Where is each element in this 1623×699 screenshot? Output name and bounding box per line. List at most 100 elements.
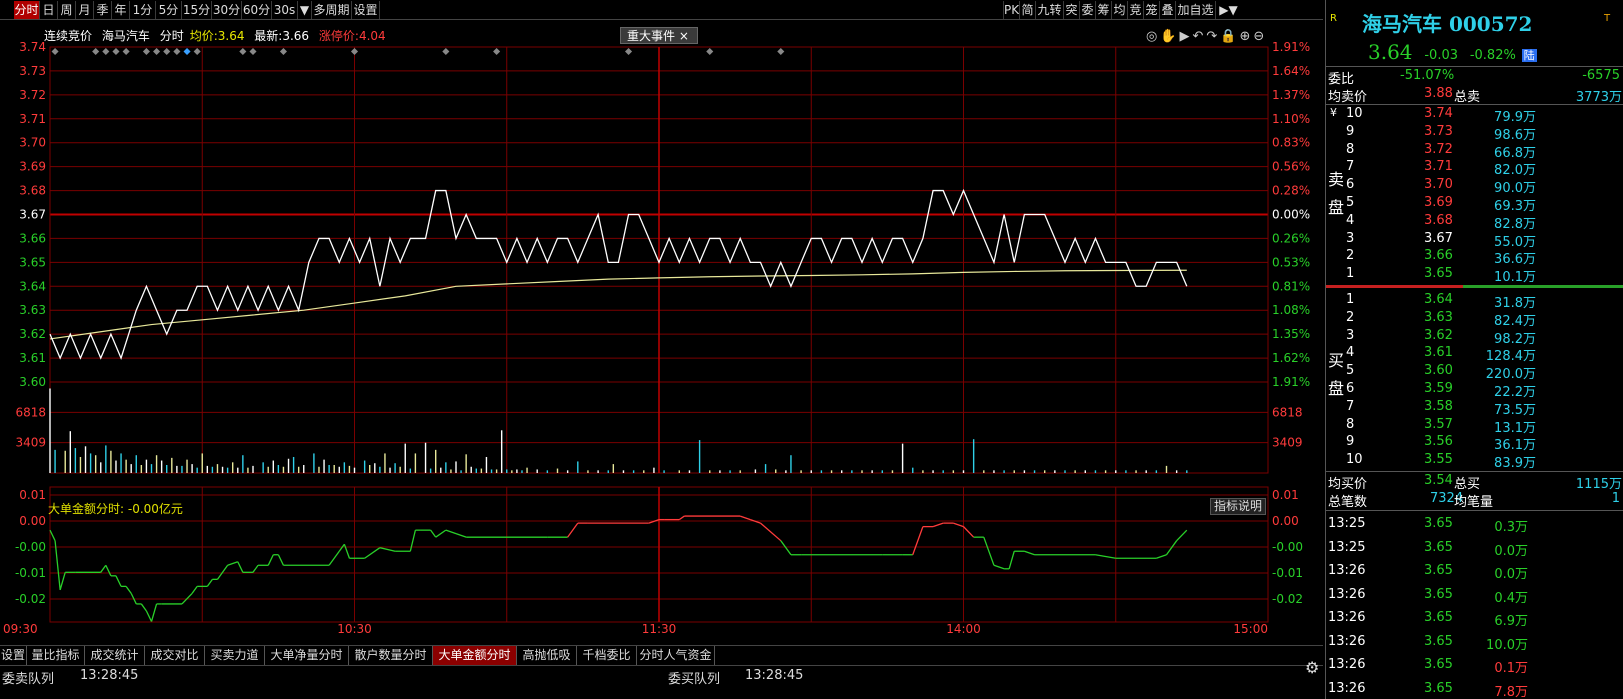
indicator-segment <box>932 522 944 528</box>
period-10[interactable]: 60分 <box>242 1 272 19</box>
tool-11[interactable]: ▶▼ <box>1215 1 1241 19</box>
tool-6[interactable]: 均 <box>1111 1 1127 19</box>
event-marker[interactable] <box>706 47 714 56</box>
bid-price: 3.61 <box>1424 345 1453 361</box>
tick-volume: 7.8万 <box>1494 684 1528 699</box>
tool-9[interactable]: 叠 <box>1159 1 1175 19</box>
event-marker[interactable] <box>92 47 100 56</box>
chart-header: 连续竞价 海马汽车 分时 均价:3.64 最新:3.66 涨停价:4.04 <box>44 27 392 45</box>
tab-2[interactable]: 成交统计 <box>85 646 145 665</box>
period-5[interactable]: 年 <box>112 1 130 19</box>
avg-buy-row: 均买价 3.54 总买 1115万 <box>1326 473 1623 492</box>
period-14[interactable]: 设置 <box>352 1 380 19</box>
event-marker[interactable] <box>442 47 450 56</box>
period-0[interactable]: 分时 <box>14 1 40 19</box>
ask-volume: 55.0万 <box>1494 234 1536 250</box>
indicator-segment <box>1008 551 1015 569</box>
event-marker[interactable] <box>249 47 257 56</box>
event-marker[interactable] <box>112 47 120 56</box>
bid-volume: 31.8万 <box>1494 296 1536 311</box>
event-marker[interactable] <box>279 47 287 56</box>
period-13[interactable]: 多周期 <box>312 1 352 19</box>
period-toolbar: 分时日周月季年 1分 5分 15分 30分 60分 30s ▼ 多周期 设置 PK 简九转突委筹均竞笼… <box>0 0 1323 20</box>
chart-tool-icons[interactable]: ◎✋▶↶↷🔒⊕⊖ <box>1146 29 1267 44</box>
event-marker[interactable] <box>122 47 130 56</box>
ask-level: 2 <box>1346 248 1355 264</box>
period-8[interactable]: 15分 <box>182 1 212 19</box>
period-2[interactable]: 周 <box>58 1 76 19</box>
bid-volume: 36.1万 <box>1494 438 1536 454</box>
tool-7[interactable]: 竞 <box>1127 1 1143 19</box>
tick-price: 3.65 <box>1424 657 1453 672</box>
major-event-tag[interactable]: 重大事件 × <box>620 27 698 44</box>
event-marker[interactable] <box>777 47 785 56</box>
bid-row: 2 3.63 82.4万 <box>1326 309 1623 329</box>
tool-4[interactable]: 委 <box>1079 1 1095 19</box>
tab-0[interactable]: 设置 <box>0 646 27 665</box>
tick-price: 3.65 <box>1424 680 1453 696</box>
indicator-segment <box>140 603 147 612</box>
event-marker[interactable] <box>163 47 171 56</box>
pct-tick-label: 1.35% <box>1272 327 1310 341</box>
period-4[interactable]: 季 <box>94 1 112 19</box>
bid-price: 3.64 <box>1424 292 1453 307</box>
event-marker[interactable] <box>350 47 359 56</box>
gear-icon[interactable]: ⚙ <box>1305 658 1319 677</box>
indicator-segment <box>445 529 457 535</box>
ask-price: 3.72 <box>1424 141 1453 157</box>
ask-row: 10 3.74 79.9万 <box>1326 106 1623 125</box>
indicator-segment <box>125 585 132 594</box>
intraday-chart[interactable]: 3.74 1.91% 3.73 1.64% 3.72 1.37% 3.71 1.10% 3.70… <box>0 20 1323 645</box>
event-marker[interactable] <box>493 47 501 56</box>
tab-4[interactable]: 买卖力道 <box>205 646 265 665</box>
tool-0[interactable]: PK <box>1003 1 1019 19</box>
period-1[interactable]: 日 <box>40 1 58 19</box>
ask-row: 5 3.69 69.3万 <box>1326 195 1623 214</box>
tool-1[interactable]: 简 <box>1019 1 1035 19</box>
sell-queue-label[interactable]: 委卖队列 <box>2 668 54 687</box>
event-marker[interactable] <box>142 47 150 56</box>
tick-time: 13:26 <box>1328 657 1366 672</box>
tab-1[interactable]: 量比指标 <box>27 646 85 665</box>
limit-label: 涨停价: <box>318 29 359 43</box>
tab-7[interactable]: 大单金额分时 <box>433 646 517 665</box>
bid-row: 8 3.57 13.1万 <box>1326 417 1623 436</box>
indicator-help-button[interactable]: 指标说明 <box>1210 498 1266 515</box>
tab-9[interactable]: 千档委比 <box>577 646 637 665</box>
tool-5[interactable]: 筹 <box>1095 1 1111 19</box>
period-3[interactable]: 月 <box>76 1 94 19</box>
bid-level: 1 <box>1346 292 1355 307</box>
tool-2[interactable]: 九转 <box>1035 1 1063 19</box>
event-marker[interactable] <box>153 47 161 56</box>
period-7[interactable]: 5分 <box>156 1 182 19</box>
period-12[interactable]: ▼ <box>298 1 312 19</box>
pct-tick-label: 1.08% <box>1272 303 1310 317</box>
period-9[interactable]: 30分 <box>212 1 242 19</box>
tool-3[interactable]: 突 <box>1063 1 1079 19</box>
tab-10[interactable]: 分时人气资金 <box>637 646 715 665</box>
ask-price: 3.65 <box>1424 266 1453 282</box>
event-marker[interactable] <box>102 47 110 56</box>
ask-price: 3.73 <box>1424 123 1453 139</box>
event-marker[interactable] <box>193 47 201 56</box>
event-marker[interactable] <box>51 47 59 56</box>
ask-volume: 10.1万 <box>1494 270 1536 286</box>
event-marker[interactable] <box>183 47 191 56</box>
price-tick-label: 3.65 <box>19 255 46 269</box>
bid-level: 2 <box>1346 309 1355 325</box>
tool-8[interactable]: 笼 <box>1143 1 1159 19</box>
tab-3[interactable]: 成交对比 <box>145 646 205 665</box>
tab-8[interactable]: 高抛低吸 <box>517 646 577 665</box>
tab-6[interactable]: 散户数量分时 <box>349 646 433 665</box>
tab-5[interactable]: 大单净量分时 <box>265 646 349 665</box>
tool-10[interactable]: 加自选 <box>1175 1 1215 19</box>
period-11[interactable]: 30s <box>272 1 298 19</box>
event-marker[interactable] <box>625 47 633 56</box>
period-6[interactable]: 1分 <box>130 1 156 19</box>
event-marker[interactable] <box>173 47 181 56</box>
price-tick-label: 3.63 <box>19 303 46 317</box>
event-marker[interactable] <box>239 47 247 56</box>
indicator-tick-label-right: 0.00 <box>1272 514 1299 528</box>
avg-buy-value: 3.54 <box>1424 473 1453 488</box>
buy-queue-label[interactable]: 委买队列 <box>668 668 720 687</box>
